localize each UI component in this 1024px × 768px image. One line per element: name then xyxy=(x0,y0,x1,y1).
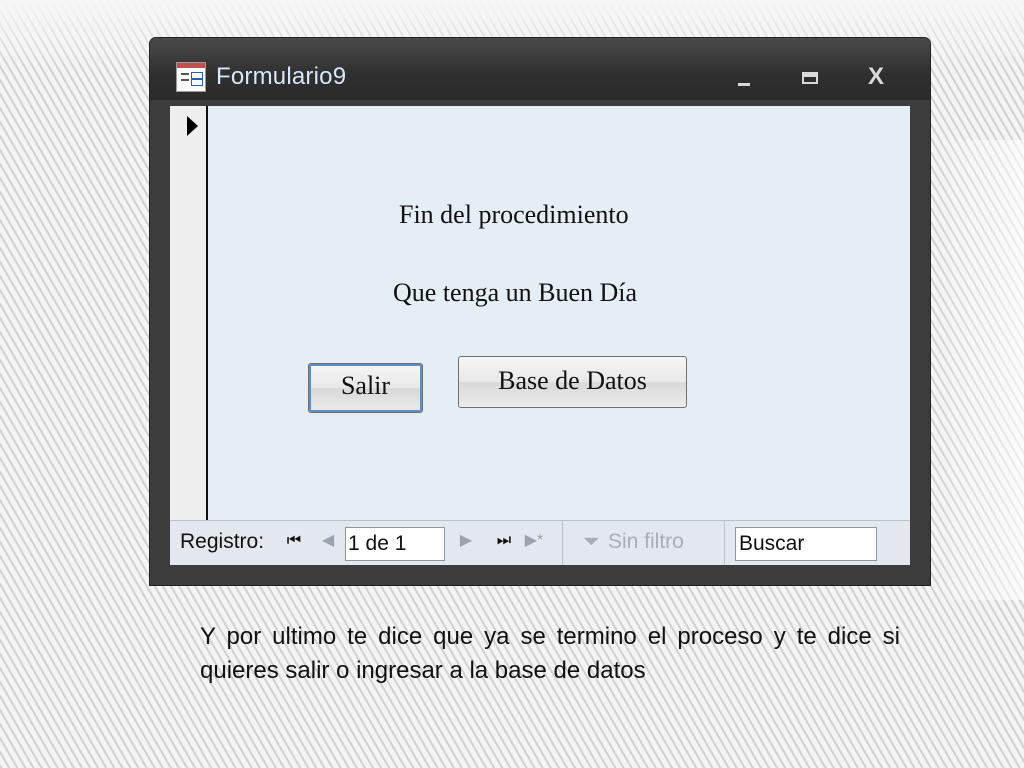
maximize-icon xyxy=(802,72,818,84)
form-body: Fin del procedimiento Que tenga un Buen … xyxy=(170,106,910,565)
next-record-icon[interactable]: ▶ xyxy=(456,529,476,553)
last-record-icon[interactable]: ⏭ xyxy=(494,529,514,553)
search-input[interactable]: Buscar xyxy=(735,527,877,561)
first-record-icon[interactable]: ⏮ xyxy=(284,529,304,553)
filter-label: Sin filtro xyxy=(608,530,684,553)
window-title: Formulario9 xyxy=(216,63,347,90)
minimize-button[interactable] xyxy=(724,64,764,90)
separator xyxy=(562,521,563,565)
close-button[interactable]: X xyxy=(856,64,896,90)
exit-button[interactable]: Salir xyxy=(308,363,423,413)
slide-caption: Y por ultimo te dice que ya se termino e… xyxy=(200,623,900,684)
record-position-field[interactable]: 1 de 1 xyxy=(345,527,445,561)
record-label: Registro: xyxy=(180,530,265,553)
filter-icon: ⏷ xyxy=(582,530,600,553)
previous-record-icon[interactable]: ◀ xyxy=(318,529,338,553)
record-selector[interactable] xyxy=(170,106,208,520)
close-icon: X xyxy=(867,63,884,90)
new-record-icon[interactable]: ▶* xyxy=(524,529,544,553)
form-window: Formulario9 X Fin del procedimiento Que … xyxy=(150,38,930,585)
form-detail-section: Fin del procedimiento Que tenga un Buen … xyxy=(208,106,910,520)
slide-background-band xyxy=(930,140,1024,600)
maximize-button[interactable] xyxy=(790,64,830,90)
current-record-icon xyxy=(187,116,198,136)
record-navigation-bar: Registro: ⏮ ◀ 1 de 1 ▶ ⏭ ▶* ⏷ Sin filtro … xyxy=(170,520,910,565)
greeting-label: Que tenga un Buen Día xyxy=(393,278,638,307)
end-message-label: Fin del procedimiento xyxy=(399,200,629,229)
form-icon xyxy=(176,62,206,92)
database-button[interactable]: Base de Datos xyxy=(458,356,687,408)
separator xyxy=(724,521,725,565)
minimize-icon xyxy=(738,83,750,86)
title-bar[interactable]: Formulario9 X xyxy=(150,38,930,100)
filter-toggle[interactable]: ⏷ Sin filtro xyxy=(580,530,684,554)
